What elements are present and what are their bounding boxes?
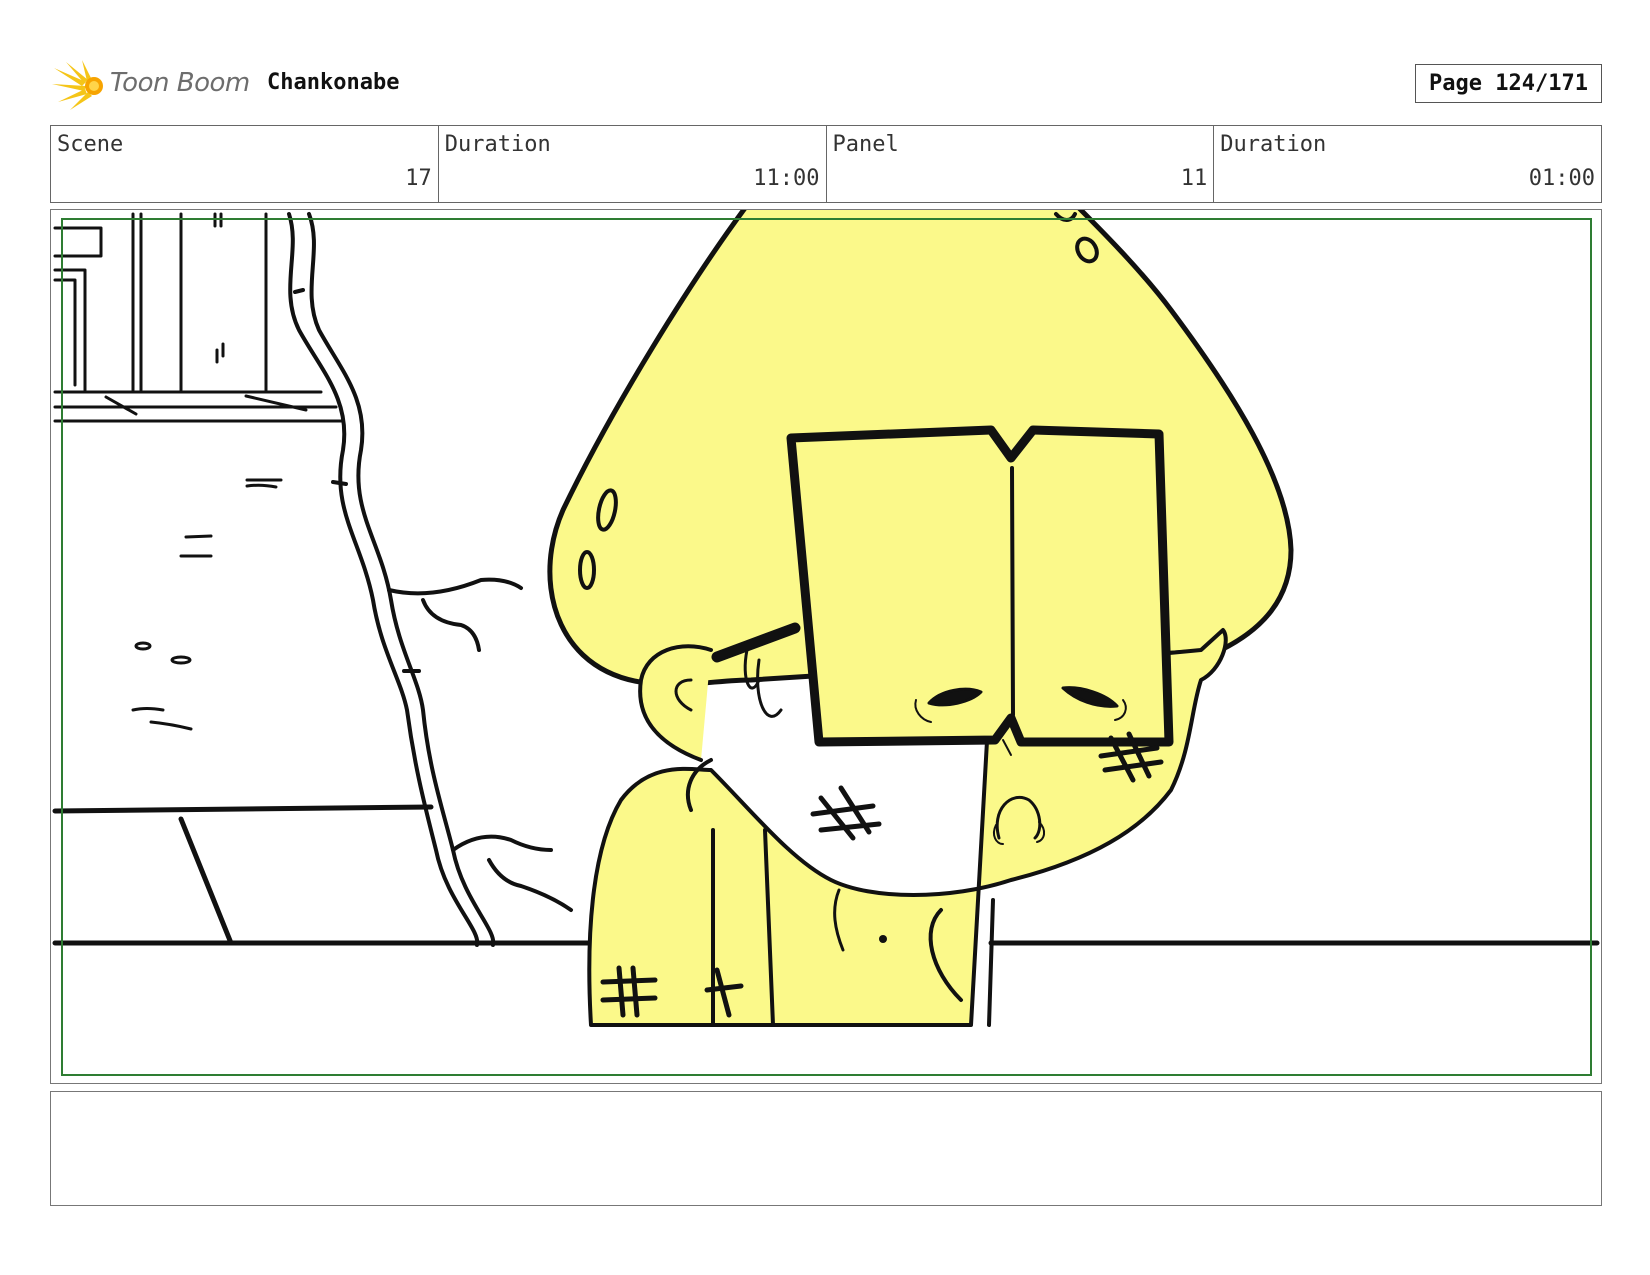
toon-boom-burst-icon [52, 60, 103, 110]
scene-cell: Scene 17 [51, 126, 439, 202]
page-indicator: Page 124/171 [1415, 64, 1602, 103]
scene-duration-label: Duration [444, 132, 551, 157]
safe-area-frame [61, 218, 1592, 1076]
scene-duration-cell: Duration 11:00 [439, 126, 827, 202]
panel-duration-label: Duration [1220, 132, 1327, 157]
panel-duration-value: 01:00 [1528, 166, 1595, 191]
storyboard-panel [50, 209, 1602, 1084]
panel-duration-cell: Duration 01:00 [1214, 126, 1601, 202]
logo-text: Toon Boom [110, 68, 250, 98]
panel-notes-box [50, 1091, 1602, 1206]
toon-boom-logo: Toon Boom [52, 58, 252, 113]
project-title: Chankonabe [267, 70, 400, 95]
panel-cell: Panel 11 [827, 126, 1215, 202]
scene-duration-value: 11:00 [753, 166, 820, 191]
scene-label: Scene [57, 132, 124, 157]
panel-value: 11 [1180, 166, 1208, 191]
scene-value: 17 [405, 166, 432, 191]
panel-info-table: Scene 17 Duration 11:00 Panel 11 Duratio… [50, 125, 1602, 203]
panel-label: Panel [832, 132, 899, 157]
